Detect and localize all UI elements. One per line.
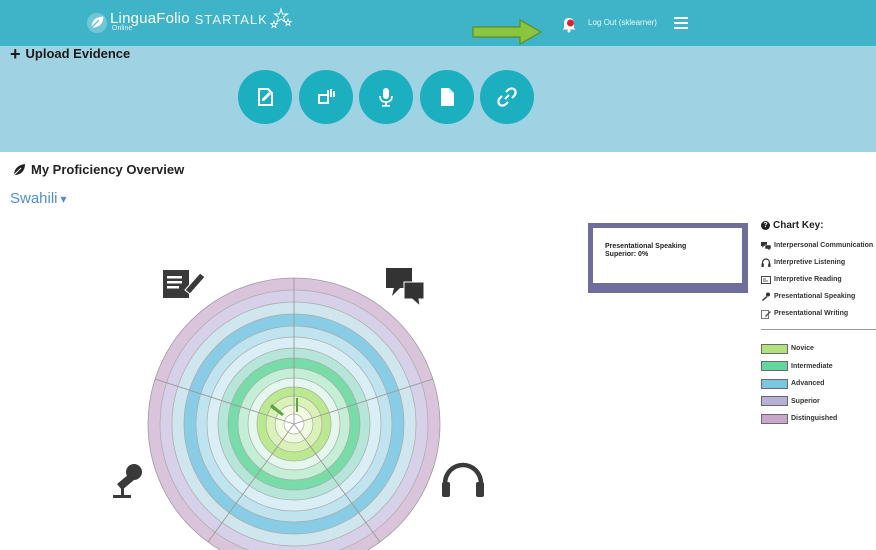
chart-key-title: Chart Key: — [773, 220, 824, 231]
interpersonal-communication-icon — [386, 268, 425, 308]
key-level-label: Distinguished — [791, 415, 838, 423]
level-swatch — [761, 396, 788, 407]
proficiency-wheel[interactable] — [100, 255, 490, 550]
language-label: Swahili — [10, 190, 58, 207]
key-divider — [761, 329, 876, 330]
presentational-speaking-icon — [113, 464, 142, 498]
tooltip-mode: Presentational Speaking — [605, 243, 687, 250]
question-icon: ? — [761, 221, 770, 230]
key-mode-label: Interpretive Listening — [774, 259, 846, 266]
upload-writing-button[interactable] — [238, 70, 292, 124]
upload-evidence-heading[interactable]: + Upload Evidence — [10, 43, 131, 64]
partner-name: STARTALK — [194, 12, 268, 27]
key-level-label: Advanced — [791, 380, 825, 388]
tooltip-value: Superior: 0% — [605, 251, 649, 258]
leaf-logo-icon — [86, 12, 108, 34]
level-swatch — [761, 361, 788, 372]
stars-icon — [269, 7, 293, 29]
link-icon — [497, 87, 517, 107]
key-mode-reading: Interpretive Reading — [761, 271, 876, 288]
file-icon — [441, 88, 454, 106]
key-mode-writing: Presentational Writing — [761, 305, 876, 322]
top-nav-bar: LinguaFolio Online STARTALK Log Out (skl… — [0, 0, 876, 46]
upload-link-button[interactable] — [480, 70, 534, 124]
level-swatch — [761, 378, 788, 389]
green-arrow-annotation — [472, 19, 542, 45]
key-level-distinguished: Distinguished — [761, 410, 876, 428]
key-mode-label: Presentational Writing — [774, 310, 849, 317]
caret-down-icon: ▾ — [60, 191, 67, 206]
upload-evidence-title: Upload Evidence — [25, 46, 131, 61]
brand-sub: Online — [112, 25, 133, 32]
linguafolio-logo[interactable]: LinguaFolio Online STARTALK — [86, 7, 293, 38]
key-mode-label: Interpretive Reading — [774, 276, 842, 283]
chart-key-heading: ? Chart Key: — [761, 220, 876, 231]
proficiency-overview-heading: My Proficiency Overview — [12, 162, 184, 177]
level-swatch — [761, 343, 788, 354]
interpretive-listening-icon — [442, 462, 484, 497]
image-text-icon — [318, 89, 335, 104]
leaf-icon — [13, 163, 25, 175]
microphone-icon — [379, 88, 393, 107]
key-level-label: Novice — [791, 345, 814, 353]
key-mode-label: Interpersonal Communication — [774, 242, 874, 249]
key-mode-label: Presentational Speaking — [774, 293, 856, 300]
upload-audio-button[interactable] — [359, 70, 413, 124]
upload-evidence-panel: + Upload Evidence — [0, 43, 876, 152]
level-swatch — [761, 413, 788, 424]
chart-tooltip: Presentational Speaking Superior: 0% — [588, 223, 748, 293]
key-level-superior: Superior — [761, 393, 876, 411]
key-mode-speaking: Presentational Speaking — [761, 288, 876, 305]
plus-icon: + — [10, 43, 21, 64]
upload-reading-button[interactable] — [299, 70, 353, 124]
microphone-icon — [762, 292, 770, 301]
page: LinguaFolio Online STARTALK Log Out (skl… — [0, 0, 876, 550]
chat-bubbles-icon — [761, 241, 771, 251]
upload-file-button[interactable] — [420, 70, 474, 124]
proficiency-overview-title: My Proficiency Overview — [31, 162, 185, 177]
writing-icon — [761, 309, 771, 319]
notification-bell-icon[interactable] — [560, 15, 578, 33]
tooltip-body: Presentational Speaking Superior: 0% — [593, 228, 742, 283]
language-dropdown[interactable]: Swahili ▾ — [10, 190, 67, 207]
key-mode-listening: Interpretive Listening — [761, 254, 876, 271]
key-level-label: Intermediate — [791, 362, 833, 370]
headphones-icon — [761, 257, 771, 267]
key-level-label: Superior — [791, 397, 820, 405]
hamburger-menu-icon[interactable] — [674, 17, 688, 29]
chart-key: ? Chart Key: Interpersonal Communication… — [761, 220, 876, 428]
key-level-intermediate: Intermediate — [761, 358, 876, 376]
logout-link[interactable]: Log Out (sklearner) — [588, 18, 657, 27]
key-level-novice: Novice — [761, 340, 876, 358]
key-mode-interpersonal: Interpersonal Communication — [761, 237, 876, 254]
presentational-writing-icon — [163, 270, 206, 298]
edit-document-icon — [258, 88, 273, 106]
key-level-advanced: Advanced — [761, 375, 876, 393]
reading-icon — [761, 275, 771, 284]
